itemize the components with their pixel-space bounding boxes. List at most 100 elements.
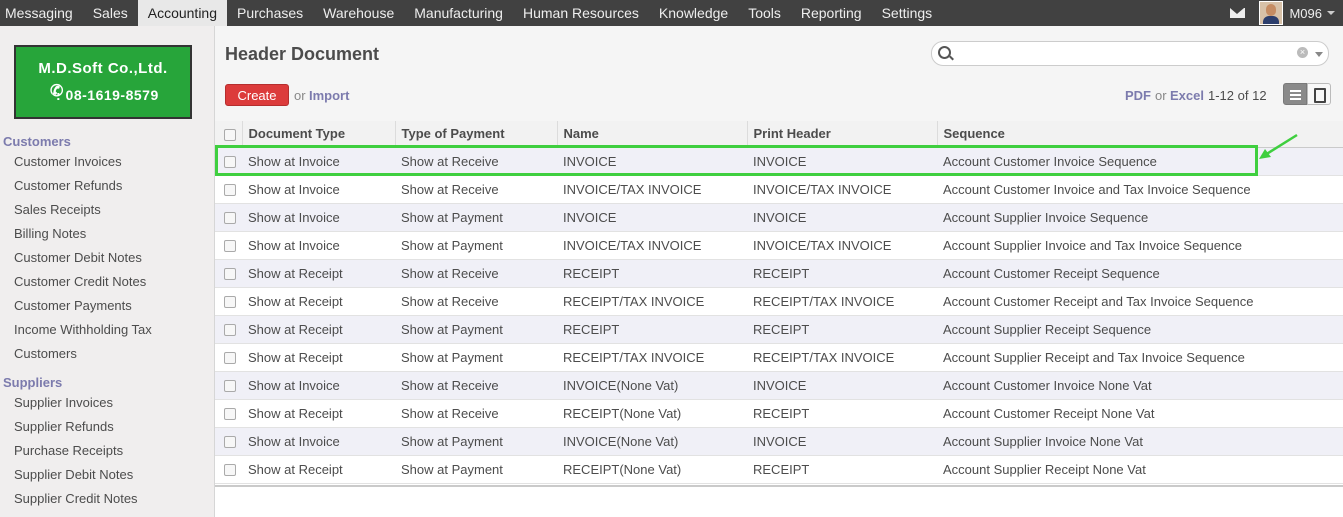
- excel-export-link[interactable]: Excel: [1170, 88, 1204, 103]
- table-cell: Account Customer Invoice and Tax Invoice…: [937, 175, 1343, 204]
- table-cell: RECEIPT: [557, 315, 747, 344]
- sidebar-item[interactable]: Customer Invoices: [14, 154, 122, 169]
- annotation-arrow-icon: [1259, 133, 1298, 159]
- search-options-icon[interactable]: [1315, 52, 1323, 57]
- or-text: or: [294, 88, 306, 103]
- row-checkbox[interactable]: [224, 324, 236, 337]
- row-checkbox[interactable]: [224, 268, 236, 281]
- row-checkbox[interactable]: [224, 464, 236, 477]
- table-cell: Show at Receipt: [242, 455, 395, 484]
- top-nav-item[interactable]: Knowledge: [649, 0, 738, 26]
- table-cell: INVOICE(None Vat): [557, 427, 747, 456]
- table-row[interactable]: Show at Receipt Show at Receive RECEIPT/TA…: [215, 287, 1343, 316]
- sidebar-section-title: Customers: [3, 134, 71, 149]
- table-row[interactable]: Show at Invoice Show at Payment INVOICE(No…: [215, 427, 1343, 456]
- row-select-cell[interactable]: [215, 287, 242, 316]
- avatar-head: [1266, 4, 1277, 16]
- clear-search-icon[interactable]: ×: [1297, 47, 1308, 58]
- table-row[interactable]: Show at Invoice Show at Receive INVOICE/TA…: [215, 175, 1343, 204]
- top-nav-item[interactable]: Tools: [738, 0, 791, 26]
- sidebar-item[interactable]: Sales Receipts: [14, 202, 101, 217]
- table-row[interactable]: Show at Receipt Show at Payment RECEIPT(No…: [215, 455, 1343, 484]
- top-nav-item[interactable]: Purchases: [227, 0, 313, 26]
- row-select-cell[interactable]: [215, 427, 242, 456]
- table-row[interactable]: Show at Invoice Show at Payment INVOICE/TA…: [215, 231, 1343, 260]
- table-row[interactable]: Show at Invoice Show at Payment INVOICE INV…: [215, 203, 1343, 232]
- sidebar-item[interactable]: Supplier Debit Notes: [14, 467, 133, 482]
- top-right: M096: [1230, 0, 1343, 26]
- user-name[interactable]: M096: [1289, 6, 1322, 21]
- table-cell: INVOICE/TAX INVOICE: [747, 175, 937, 204]
- column-header[interactable]: Print Header: [746, 121, 937, 148]
- row-select-cell[interactable]: [215, 455, 242, 484]
- form-view-button[interactable]: [1307, 83, 1331, 105]
- mail-icon[interactable]: [1230, 8, 1246, 18]
- row-select-cell[interactable]: [215, 399, 242, 428]
- sidebar-item[interactable]: Customer Debit Notes: [14, 250, 142, 265]
- top-nav-item[interactable]: Reporting: [791, 0, 872, 26]
- column-header[interactable]: Name: [556, 121, 747, 148]
- pdf-export-link[interactable]: PDF: [1125, 88, 1151, 103]
- row-checkbox[interactable]: [224, 296, 236, 309]
- main-content: Header Document × Create or Import PDF o…: [215, 26, 1343, 517]
- table-cell: RECEIPT/TAX INVOICE: [557, 343, 747, 372]
- list-view-button[interactable]: [1283, 83, 1307, 105]
- top-nav-item[interactable]: Accounting: [137, 0, 228, 26]
- sidebar-item[interactable]: Supplier Refunds: [14, 419, 114, 434]
- table-cell: RECEIPT: [747, 455, 937, 484]
- chevron-down-icon[interactable]: [1327, 11, 1335, 15]
- row-select-cell[interactable]: [215, 203, 242, 232]
- sidebar-item[interactable]: Customer Refunds: [14, 178, 122, 193]
- sidebar-item[interactable]: Supplier Invoices: [14, 395, 113, 410]
- table-row[interactable]: Show at Receipt Show at Payment RECEIPT REC…: [215, 315, 1343, 344]
- table-row[interactable]: Show at Receipt Show at Receive RECEIPT(No…: [215, 399, 1343, 428]
- search-input[interactable]: ×: [931, 41, 1329, 66]
- column-header[interactable]: Document Type: [241, 121, 395, 148]
- row-select-cell[interactable]: [215, 259, 242, 288]
- row-checkbox[interactable]: [224, 352, 236, 365]
- sidebar-item[interactable]: Customers: [14, 346, 77, 361]
- sidebar-item[interactable]: Billing Notes: [14, 226, 86, 241]
- top-nav-item[interactable]: Warehouse: [313, 0, 404, 26]
- table-cell: RECEIPT: [557, 259, 747, 288]
- pager[interactable]: 1-12 of 12: [1208, 88, 1267, 103]
- row-checkbox[interactable]: [224, 408, 236, 421]
- row-checkbox[interactable]: [224, 184, 236, 197]
- row-select-cell[interactable]: [215, 231, 242, 260]
- table-row[interactable]: Show at Receipt Show at Receive RECEIPT REC…: [215, 259, 1343, 288]
- sidebar: M.D.Soft Co.,Ltd. ✆ : 08-1619-8579 Custo…: [0, 26, 215, 517]
- table-cell: Show at Payment: [395, 427, 557, 456]
- row-checkbox[interactable]: [224, 240, 236, 253]
- top-nav-item[interactable]: Messaging: [0, 0, 83, 26]
- table-cell: Show at Receive: [395, 371, 557, 400]
- import-link[interactable]: Import: [309, 88, 349, 103]
- row-select-cell[interactable]: [215, 371, 242, 400]
- company-logo[interactable]: M.D.Soft Co.,Ltd. ✆ : 08-1619-8579: [14, 45, 192, 119]
- row-select-cell[interactable]: [215, 315, 242, 344]
- sidebar-item[interactable]: Customer Credit Notes: [14, 274, 146, 289]
- sidebar-item[interactable]: Customer Payments: [14, 298, 132, 313]
- table-row[interactable]: Show at Invoice Show at Receive INVOICE(No…: [215, 371, 1343, 400]
- row-select-cell[interactable]: [215, 175, 242, 204]
- avatar[interactable]: [1259, 1, 1284, 25]
- top-nav-item[interactable]: Sales: [83, 0, 138, 26]
- table-cell: Show at Receive: [395, 287, 557, 316]
- table-cell: INVOICE/TAX INVOICE: [557, 175, 747, 204]
- top-nav-item[interactable]: Settings: [872, 0, 943, 26]
- row-checkbox[interactable]: [224, 380, 236, 393]
- sidebar-item[interactable]: Purchase Receipts: [14, 443, 123, 458]
- table-row[interactable]: Show at Receipt Show at Payment RECEIPT/TA…: [215, 343, 1343, 372]
- table-cell: Show at Receive: [395, 175, 557, 204]
- table-cell: Account Supplier Invoice and Tax Invoice…: [937, 231, 1343, 260]
- sidebar-item[interactable]: Supplier Credit Notes: [14, 491, 138, 506]
- select-all-header[interactable]: [215, 121, 242, 148]
- top-nav-item[interactable]: Human Resources: [513, 0, 649, 26]
- top-nav-item[interactable]: Manufacturing: [404, 0, 513, 26]
- create-button[interactable]: Create: [225, 84, 289, 106]
- row-checkbox[interactable]: [224, 436, 236, 449]
- row-checkbox[interactable]: [224, 212, 236, 225]
- select-all-checkbox[interactable]: [224, 128, 236, 141]
- sidebar-item[interactable]: Income Withholding Tax: [14, 322, 152, 337]
- column-header[interactable]: Type of Payment: [394, 121, 557, 148]
- row-select-cell[interactable]: [215, 343, 242, 372]
